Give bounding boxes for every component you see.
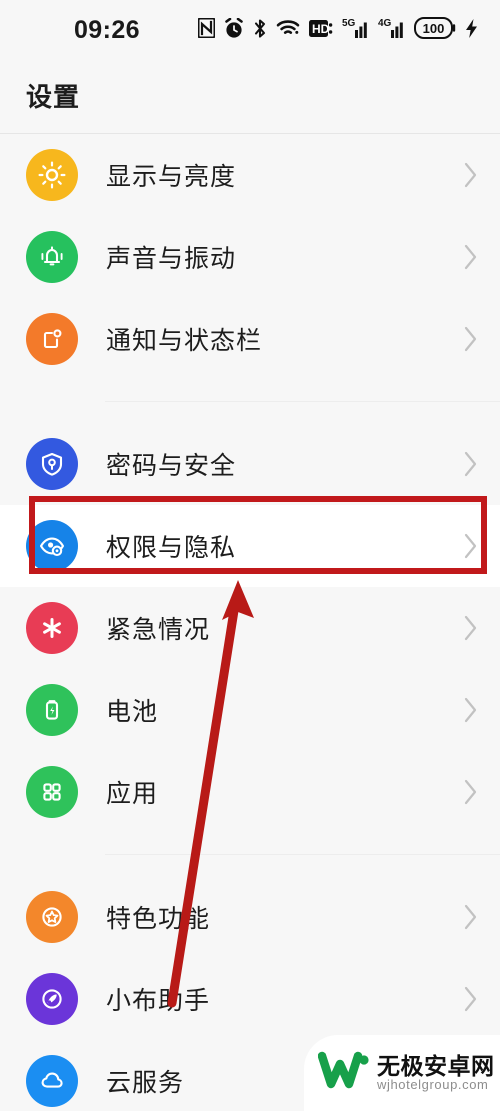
chevron-right-icon [464, 162, 478, 188]
signal-5g-icon: 5G [342, 17, 369, 39]
settings-row-label: 特色功能 [106, 905, 211, 933]
chevron-right-icon [464, 615, 478, 641]
watermark-title: 无极安卓网 [377, 1053, 495, 1080]
chevron-right-icon [464, 779, 478, 805]
settings-row-label: 声音与振动 [106, 245, 237, 273]
settings-row-password-security[interactable]: 密码与安全 [0, 423, 500, 505]
signal-4g-icon: 4G [378, 17, 405, 39]
settings-row-label: 电池 [106, 698, 159, 726]
settings-row-assistant[interactable]: 小布助手 [0, 958, 500, 1040]
watermark: 无极安卓网 wjhotelgroup.com [304, 1035, 500, 1111]
chevron-right-icon [464, 244, 478, 270]
settings-row-apps[interactable]: 应用 [0, 751, 500, 833]
page-title: 设置 [26, 82, 81, 112]
notification-icon [26, 313, 78, 365]
group-spacer [0, 855, 500, 876]
settings-row-label: 紧急情况 [106, 616, 211, 644]
chevron-right-icon [464, 451, 478, 477]
watermark-logo-icon [317, 1050, 370, 1097]
svg-text:HD: HD [312, 22, 330, 36]
page-header: 设置 [0, 58, 500, 134]
emergency-asterisk-icon [26, 602, 78, 654]
group-spacer [0, 380, 500, 401]
settings-group-security: 密码与安全 权限与隐私 紧急情况 电池 应用 [0, 423, 500, 833]
status-bar-clock: 09:26 [74, 16, 140, 44]
settings-list: 显示与亮度 声音与振动 通知与状态栏 密码与安全 权限与隐私 紧急情况 电池 应… [0, 134, 500, 1111]
settings-row-label: 密码与安全 [106, 452, 237, 480]
settings-row-label: 通知与状态栏 [106, 327, 263, 355]
status-bar-icons: HD 5G 4G 100 [198, 13, 478, 43]
settings-row-permissions-privacy[interactable]: 权限与隐私 [0, 505, 500, 587]
settings-row-sound-vibration[interactable]: 声音与振动 [0, 216, 500, 298]
chevron-right-icon [464, 986, 478, 1012]
cloud-icon [26, 1055, 78, 1107]
nfc-icon [198, 18, 215, 38]
settings-row-label: 显示与亮度 [106, 163, 237, 191]
brightness-icon [26, 149, 78, 201]
settings-screen: 09:26 HD 5G 4G 100 设置 显示与亮度 声音与振动 通知与状态栏… [0, 0, 500, 1111]
settings-row-special-features[interactable]: 特色功能 [0, 876, 500, 958]
bluetooth-icon [253, 18, 267, 39]
bell-icon [26, 231, 78, 283]
group-spacer [0, 402, 500, 423]
wifi-icon [276, 18, 300, 38]
charging-bolt-icon [465, 18, 478, 39]
watermark-url: wjhotelgroup.com [377, 1077, 489, 1093]
eye-privacy-icon [26, 520, 78, 572]
assistant-icon [26, 973, 78, 1025]
watermark-text: 无极安卓网 wjhotelgroup.com [377, 1054, 495, 1092]
star-feature-icon [26, 891, 78, 943]
settings-row-display-brightness[interactable]: 显示与亮度 [0, 134, 500, 216]
chevron-right-icon [464, 326, 478, 352]
chevron-right-icon [464, 533, 478, 559]
settings-group-display: 显示与亮度 声音与振动 通知与状态栏 [0, 134, 500, 380]
group-spacer [0, 833, 500, 854]
apps-grid-icon [26, 766, 78, 818]
chevron-right-icon [464, 697, 478, 723]
svg-text:5G: 5G [342, 18, 356, 29]
battery-icon: 100 [414, 17, 456, 39]
alarm-icon [224, 17, 244, 39]
battery-level-text: 100 [423, 21, 445, 36]
settings-row-battery[interactable]: 电池 [0, 669, 500, 751]
settings-row-emergency[interactable]: 紧急情况 [0, 587, 500, 669]
hd-volte-icon: HD [309, 19, 333, 37]
svg-text:4G: 4G [378, 18, 392, 29]
chevron-right-icon [464, 904, 478, 930]
battery-charge-icon [26, 684, 78, 736]
settings-row-label: 小布助手 [106, 987, 211, 1015]
shield-key-icon [26, 438, 78, 490]
status-bar: 09:26 HD 5G 4G 100 [0, 0, 500, 58]
settings-row-label: 应用 [106, 780, 159, 808]
settings-row-notification-statusbar[interactable]: 通知与状态栏 [0, 298, 500, 380]
settings-row-label: 权限与隐私 [106, 534, 237, 562]
